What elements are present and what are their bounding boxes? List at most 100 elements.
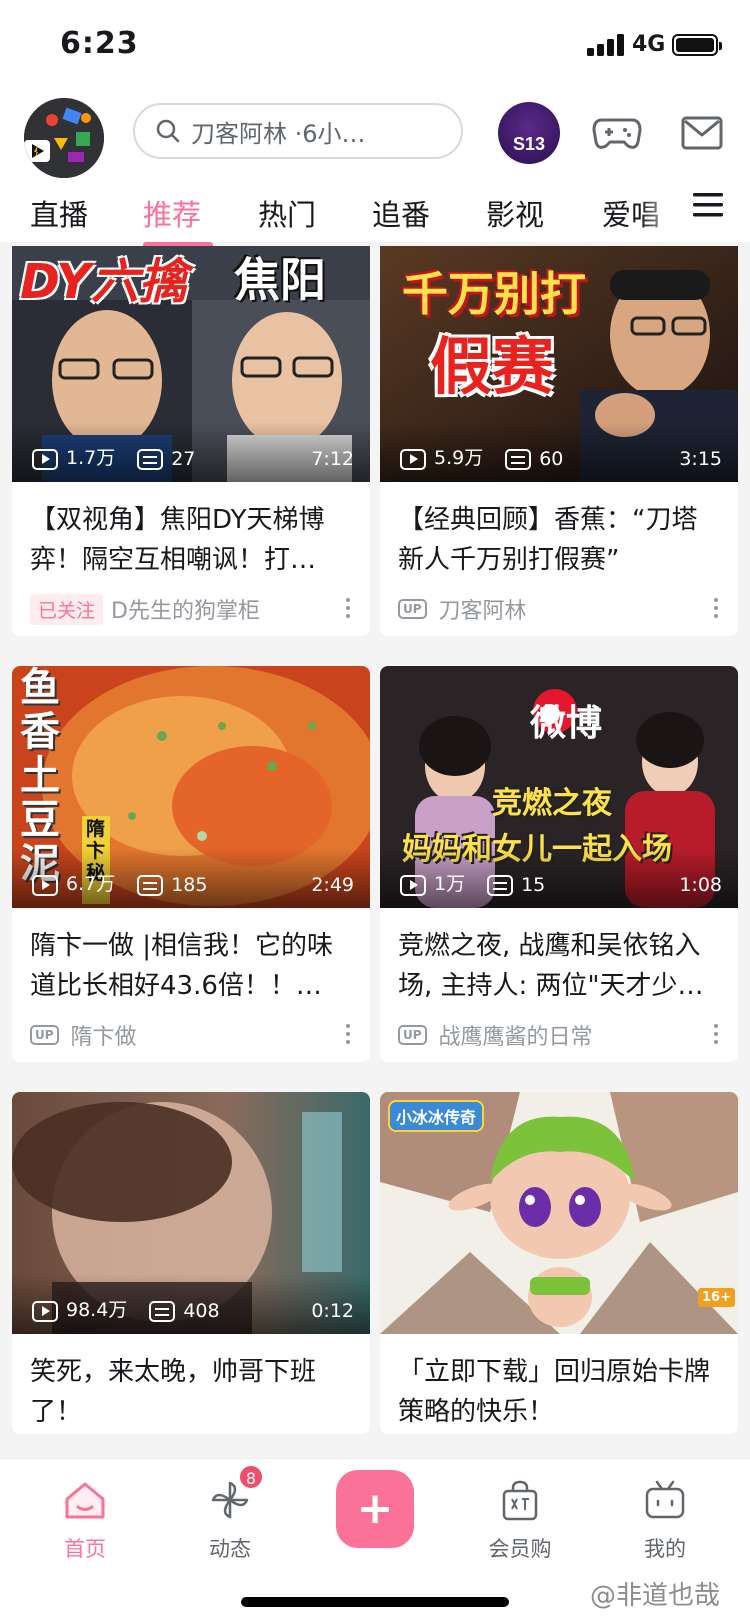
publish-button[interactable]: + (336, 1470, 414, 1548)
video-title: 隋卞一做 |相信我！它的味道比长相好43.6倍！！… (30, 931, 334, 1001)
tabbar-vip-shop-label: 会员购 (488, 1537, 552, 1561)
video-card[interactable]: 鱼 香 土 豆 泥 隋卞秘 6.7万 185 2:49 隋卞一做 |相信我！它的… (12, 666, 370, 1062)
danmaku-icon (137, 449, 164, 470)
video-stats: 98.4万 408 0:12 (12, 1274, 370, 1334)
video-cover: 微博 竞燃之夜 妈妈和女儿一起入场 1万 15 1:08 (380, 666, 738, 908)
more-options-icon[interactable] (714, 598, 718, 620)
video-cover: 98.4万 408 0:12 (12, 1092, 370, 1334)
tabbar-home[interactable]: 首页 (25, 1479, 145, 1563)
user-avatar[interactable] (24, 98, 104, 178)
home-icon (65, 1482, 105, 1519)
battery-icon (672, 34, 722, 56)
play-count-icon (32, 875, 58, 896)
age-rating-badge: 16+ (698, 1288, 735, 1307)
view-count: 98.4万 (66, 1299, 128, 1321)
danmaku-icon (149, 1301, 176, 1322)
event-s13-badge[interactable]: S13 (498, 102, 560, 164)
video-meta: UP 刀客阿林 (380, 582, 738, 636)
video-cover: 鱼 香 土 豆 泥 隋卞秘 6.7万 185 2:49 (12, 666, 370, 908)
tv-icon (645, 1480, 685, 1519)
video-feed: DY六擒 焦阳 1.7万 27 7:12 【双视角】焦阳DY天梯博弈！隔空互相嘲… (0, 246, 750, 1458)
cover-caption: 焦阳 (234, 253, 326, 307)
video-cover: 千万别打 假赛 5.9万 60 3:15 (380, 246, 738, 482)
more-options-icon[interactable] (714, 1024, 718, 1046)
tab-hot[interactable]: 热门 (258, 192, 316, 234)
home-indicator (241, 1597, 509, 1607)
danmaku-count: 60 (539, 448, 564, 470)
tab-anime[interactable]: 追番 (372, 192, 430, 234)
mail-icon[interactable] (681, 116, 723, 150)
author-name[interactable]: D先生的狗掌柜 (111, 593, 260, 625)
cover-caption: 假赛 (430, 330, 555, 403)
avatar-image (24, 98, 104, 178)
play-count-icon (400, 875, 426, 896)
tabbar-mine-label: 我的 (644, 1537, 686, 1561)
video-duration: 1:08 (679, 874, 722, 896)
video-card[interactable]: DY六擒 焦阳 1.7万 27 7:12 【双视角】焦阳DY天梯博弈！隔空互相嘲… (12, 246, 370, 636)
play-count-icon (32, 449, 58, 470)
view-count: 5.9万 (434, 447, 484, 469)
status-time: 6:23 (60, 26, 139, 61)
tab-film-tv[interactable]: 影视 (486, 192, 544, 234)
video-duration: 2:49 (311, 874, 354, 896)
danmaku-count: 185 (171, 874, 208, 896)
tab-recommend[interactable]: 推荐 (143, 192, 201, 234)
video-meta: UP 战鹰鹰酱的日常 (380, 1008, 738, 1062)
danmaku-count: 15 (521, 874, 546, 896)
shopping-bag-icon (502, 1480, 538, 1521)
watermark: @非道也哉 (590, 1581, 721, 1611)
tabbar-vip-shop[interactable]: 会员购 (460, 1479, 580, 1563)
tabbar-mine[interactable]: 我的 (605, 1479, 725, 1563)
play-count-icon (400, 449, 426, 470)
video-stats: 5.9万 60 3:15 (380, 422, 738, 482)
video-title: 笑死，来太晚，帅哥下班了！ (30, 1357, 317, 1427)
author-name[interactable]: 隋卞做 (71, 1019, 137, 1051)
status-bar: 6:23 4G (0, 0, 750, 92)
view-count: 1.7万 (66, 447, 116, 469)
video-meta: 已关注 D先生的狗掌柜 (12, 582, 370, 636)
up-badge: UP (398, 599, 427, 619)
cover-caption: 竞燃之夜 (492, 786, 612, 821)
author-name[interactable]: 刀客阿林 (439, 593, 527, 625)
cover-caption: DY六擒 (20, 254, 187, 310)
search-bar[interactable]: 刀客阿林 ·6小… (133, 103, 463, 159)
plus-icon: + (356, 1483, 394, 1534)
play-count-icon (32, 1301, 58, 1322)
video-title: 【双视角】焦阳DY天梯博弈！隔空互相嘲讽！打… (30, 505, 325, 575)
game-logo: 小冰冰传奇 (388, 1100, 485, 1132)
network-type: 4G (632, 32, 666, 57)
cover-caption: 微博 (530, 703, 603, 744)
ad-card[interactable]: 小冰冰传奇 16+ 「立即下载」回归原始卡牌策略的快乐！ (380, 1092, 738, 1434)
menu-icon[interactable] (693, 191, 723, 219)
video-duration: 0:12 (311, 1300, 354, 1322)
danmaku-count: 408 (183, 1300, 220, 1322)
video-duration: 7:12 (311, 448, 354, 470)
video-title: 【经典回顾】香蕉：“刀塔新人千万别打假赛” (398, 505, 698, 575)
cover-caption: 千万别打 (402, 267, 586, 321)
tabbar-dynamic[interactable]: 动态 (170, 1479, 290, 1563)
search-placeholder: 刀客阿林 ·6小… (191, 119, 366, 148)
view-count: 6.7万 (66, 873, 116, 895)
danmaku-icon (505, 449, 532, 470)
up-badge: UP (398, 1025, 427, 1045)
author-name[interactable]: 战鹰鹰酱的日常 (439, 1019, 593, 1051)
video-card[interactable]: 千万别打 假赛 5.9万 60 3:15 【经典回顾】香蕉：“刀塔新人千万别打假… (380, 246, 738, 636)
video-card[interactable]: 98.4万 408 0:12 笑死，来太晚，帅哥下班了！ (12, 1092, 370, 1434)
video-stats: 1.7万 27 7:12 (12, 422, 370, 482)
event-s13-label: S13 (512, 134, 546, 154)
tabbar-dynamic-label: 动态 (209, 1537, 251, 1561)
video-card[interactable]: 微博 竞燃之夜 妈妈和女儿一起入场 1万 15 1:08 竞燃之夜, 战鹰和吴依… (380, 666, 738, 1062)
up-badge: UP (30, 1025, 59, 1045)
tabbar-home-label: 首页 (64, 1537, 106, 1561)
game-controller-icon[interactable] (592, 112, 642, 154)
search-icon (156, 119, 180, 143)
tab-live[interactable]: 直播 (30, 192, 88, 234)
view-count: 1万 (434, 873, 466, 895)
video-title: 竞燃之夜, 战鹰和吴依铭入场, 主持人: 两位"天才少… (398, 931, 704, 1001)
dynamic-notification-badge: 8 (238, 1464, 264, 1490)
followed-badge: 已关注 (30, 593, 104, 625)
video-duration: 3:15 (679, 448, 722, 470)
video-stats: 6.7万 185 2:49 (12, 848, 370, 908)
more-options-icon[interactable] (346, 1024, 350, 1046)
more-options-icon[interactable] (346, 598, 350, 620)
